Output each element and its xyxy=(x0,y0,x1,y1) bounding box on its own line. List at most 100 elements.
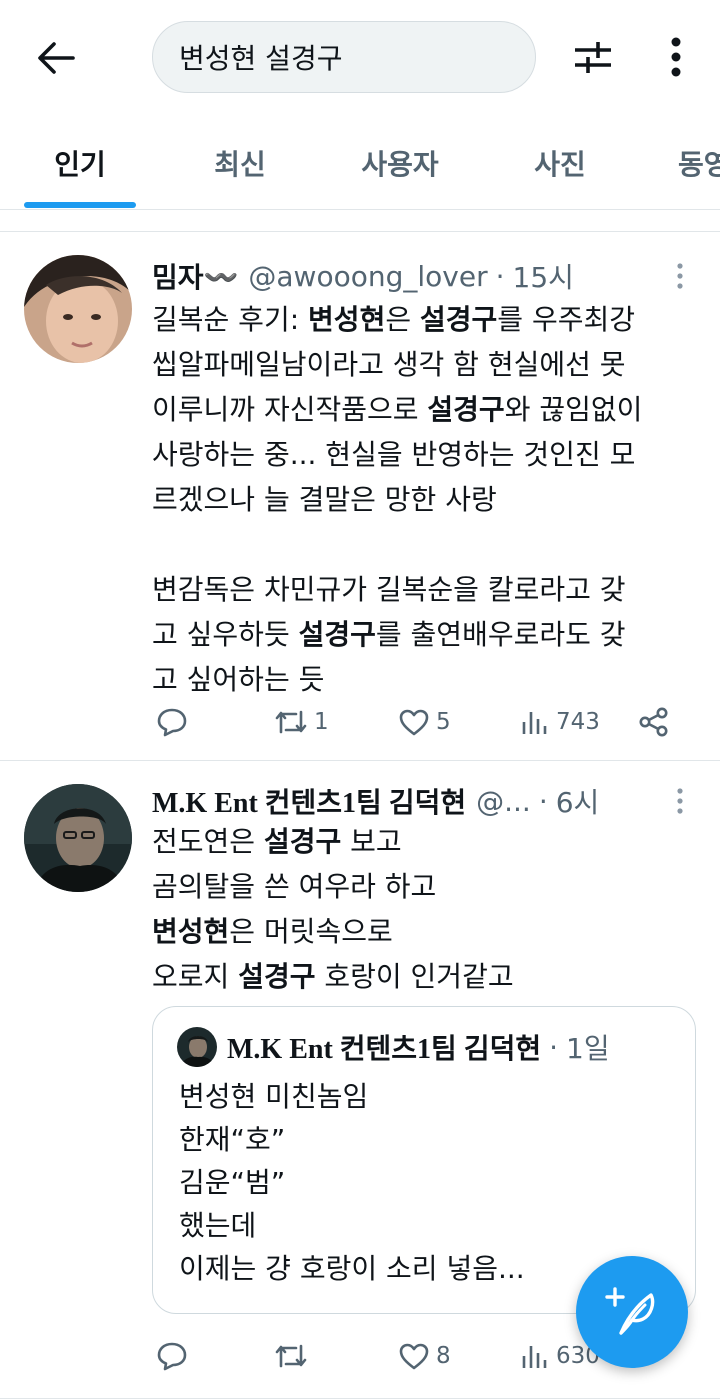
reply-icon xyxy=(157,708,187,737)
like-button[interactable]: 8 xyxy=(398,1336,451,1376)
quoted-author-name: M.K Ent 컨텐츠1팀 김덕현 xyxy=(227,1034,542,1065)
quoted-tweet-header: M.K Ent 컨텐츠1팀 김덕현 · 1일 xyxy=(177,1027,610,1067)
tweet-text-line: 씹알파메일남이라고 생각 함 현실에선 못 xyxy=(152,348,626,381)
tab-photos[interactable]: 사진 xyxy=(504,116,616,209)
tweet-header: M.K Ent 컨텐츠1팀 김덕현 @... · 6시 xyxy=(152,779,700,823)
tweet-text-line: 변감독은 차민규가 길복순을 칼로라고 갖 xyxy=(152,573,626,606)
tweet-text: 전도연은 설경구 보고 곰의탈을 쓴 여우라 하고 변성현은 머릿속으로 오로지… xyxy=(152,819,712,999)
more-options-button[interactable] xyxy=(656,34,696,80)
separator-dot: · xyxy=(538,784,548,818)
tweet-actions: 1 5 743 xyxy=(152,702,692,742)
analytics-icon xyxy=(522,712,547,734)
tweet-author-name[interactable]: 밈자〰️ xyxy=(152,256,238,296)
retweet-count: 1 xyxy=(314,709,329,735)
quoted-avatar xyxy=(177,1027,217,1067)
search-input[interactable]: 변성현 설경구 xyxy=(152,21,536,93)
tweet-text: 길복순 후기: 변성현은 설경구를 우주최강 씹알파메일남이라고 생각 함 현실… xyxy=(152,297,712,702)
text-segment: 은 xyxy=(385,303,420,336)
avatar[interactable] xyxy=(24,784,132,892)
text-segment: 를 출연배우로라도 갖 xyxy=(375,618,626,651)
tweet-header: 밈자〰️ @awooong_lover · 15시 xyxy=(152,254,700,298)
avatar-image xyxy=(24,255,132,363)
text-segment: 길복순 후기: xyxy=(152,303,309,336)
tweet-author-name[interactable]: M.K Ent 컨텐츠1팀 김덕현 xyxy=(152,781,466,821)
back-button[interactable] xyxy=(30,32,82,84)
search-filter-button[interactable] xyxy=(570,34,616,80)
arrow-left-icon xyxy=(38,42,75,74)
like-count: 5 xyxy=(436,709,451,735)
text-segment: 전도연은 xyxy=(152,825,264,858)
tweet-text-line: 길복순 후기: 변성현은 설경구를 우주최강 xyxy=(152,297,712,342)
highlight-term: 설경구 xyxy=(263,825,342,858)
quoted-tweet-time: 1일 xyxy=(566,1032,610,1065)
reply-icon xyxy=(157,1342,187,1371)
search-query-text: 변성현 설경구 xyxy=(179,42,343,75)
tweet-text-line: 르겠으나 늘 결말은 망한 사랑 xyxy=(152,483,497,516)
avatar-image xyxy=(177,1027,217,1067)
text-segment: 고 싶우하듯 xyxy=(152,618,299,651)
tweet-text-line: 고 싶우하듯 설경구를 출연배우로라도 갖 xyxy=(152,612,712,657)
tab-top[interactable]: 인기 xyxy=(24,116,136,209)
quoted-text-line: 변성현 미친놈임 xyxy=(179,1080,369,1113)
reply-button[interactable] xyxy=(156,702,194,742)
retweet-button[interactable] xyxy=(274,1336,314,1376)
more-vertical-icon xyxy=(671,37,681,77)
tweet-text-line: 이루니까 자신작품으로 설경구와 끊임없이 xyxy=(152,387,712,432)
quoted-text-line: 이제는 걍 호랑이 소리 넣음... xyxy=(179,1252,525,1285)
tweet-author-handle[interactable]: @... xyxy=(476,785,531,818)
share-icon xyxy=(639,707,668,737)
highlight-term: 변성현 xyxy=(308,303,386,336)
avatar-image xyxy=(24,784,132,892)
tweet-more-button[interactable] xyxy=(668,786,692,816)
retweet-button[interactable]: 1 xyxy=(274,702,329,742)
highlight-term: 설경구 xyxy=(427,393,505,426)
text-segment: 보고 xyxy=(341,825,402,858)
like-count: 8 xyxy=(436,1343,451,1369)
reply-button[interactable] xyxy=(156,1336,194,1376)
compose-feather-icon xyxy=(605,1287,655,1335)
tweet-time[interactable]: 6시 xyxy=(556,781,600,821)
quoted-text-line: 한재“호” xyxy=(179,1123,286,1156)
tweet-time[interactable]: 15시 xyxy=(513,256,574,296)
more-vertical-icon xyxy=(677,263,683,289)
search-header: 변성현 설경구 xyxy=(0,0,720,116)
tweet-author-handle[interactable]: @awooong_lover xyxy=(248,260,487,293)
sliders-icon xyxy=(575,42,611,73)
heart-icon xyxy=(399,1343,429,1370)
retweet-icon xyxy=(275,1344,307,1368)
view-count: 743 xyxy=(556,709,600,735)
tweet-text-line: 변성현은 머릿속으로 xyxy=(152,909,712,954)
tweet-text-line: 곰의탈을 쓴 여우라 하고 xyxy=(152,870,437,903)
paragraph-break xyxy=(152,522,712,567)
tweet-text-line: 전도연은 설경구 보고 xyxy=(152,819,712,864)
tab-latest[interactable]: 최신 xyxy=(184,116,296,209)
tweet-text-line: 사랑하는 중... 현실을 반영하는 것인진 모 xyxy=(152,438,636,471)
quoted-tweet-text: 변성현 미친놈임 한재“호” 김운“범” 했는데 이제는 걍 호랑이 소리 넣음… xyxy=(179,1075,525,1290)
tab-videos[interactable]: 동영 xyxy=(660,116,720,209)
tweet-card[interactable]: 밈자〰️ @awooong_lover · 15시 길복순 후기: 변성현은 설… xyxy=(0,231,720,761)
avatar[interactable] xyxy=(24,255,132,363)
tweet-text-line: 오로지 설경구 호랑이 인거같고 xyxy=(152,954,712,999)
highlight-term: 설경구 xyxy=(298,618,376,651)
tweet-text-line: 고 싶어하는 듯 xyxy=(152,663,325,696)
tab-people[interactable]: 사용자 xyxy=(340,116,460,209)
text-segment: 이루니까 자신작품으로 xyxy=(152,393,428,426)
quoted-text-line: 김운“범” xyxy=(179,1166,286,1199)
more-vertical-icon xyxy=(677,788,683,814)
compose-tweet-button[interactable] xyxy=(576,1256,688,1368)
highlight-term: 설경구 xyxy=(238,960,316,993)
share-button[interactable] xyxy=(638,702,670,742)
text-segment: 와 끊임없이 xyxy=(504,393,643,426)
quoted-text-line: 했는데 xyxy=(179,1209,257,1242)
active-tab-indicator xyxy=(24,202,136,208)
retweet-icon xyxy=(275,710,307,734)
tweet-more-button[interactable] xyxy=(668,261,692,291)
analytics-icon xyxy=(522,1346,547,1368)
text-segment: 호랑이 인거같고 xyxy=(315,960,514,993)
text-segment: 은 머릿속으로 xyxy=(229,915,393,948)
views-button[interactable]: 743 xyxy=(520,702,600,742)
text-segment: 오로지 xyxy=(152,960,239,993)
like-button[interactable]: 5 xyxy=(398,702,451,742)
text-segment: 를 우주최강 xyxy=(497,303,635,336)
highlight-term: 설경구 xyxy=(420,303,498,336)
